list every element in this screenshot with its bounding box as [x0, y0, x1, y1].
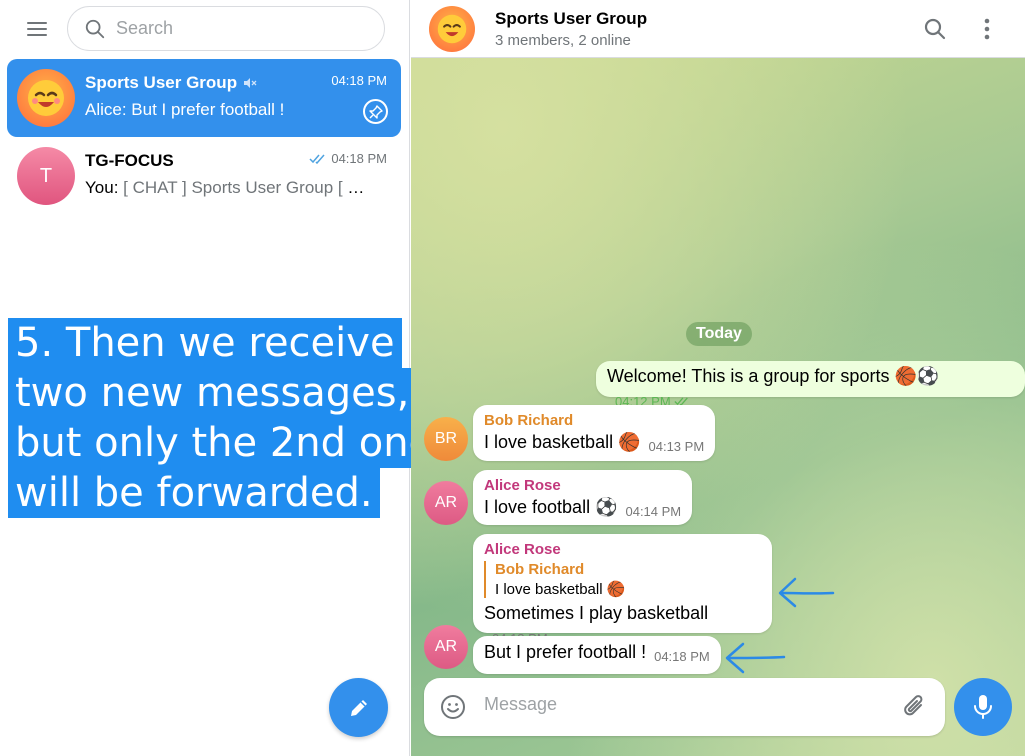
chat-time: 04:18 PM — [331, 73, 387, 88]
message-time: 04:13 PM — [648, 439, 705, 454]
message-composer[interactable] — [424, 678, 945, 736]
chat-item-sports-user-group[interactable]: Sports User Group 04:18 PM Alice: But I … — [7, 59, 401, 137]
message-text: But I prefer football ! — [484, 642, 647, 662]
arrow-annotation-icon — [725, 642, 786, 674]
date-divider: Today — [686, 322, 752, 346]
chat-header[interactable]: Sports User Group 3 members, 2 online — [411, 0, 1025, 58]
paperclip-icon[interactable] — [902, 694, 928, 720]
smiley-face-icon — [437, 14, 467, 44]
chat-item-tg-focus[interactable]: T TG-FOCUS 04:18 PM You: [ CHAT ] Sports… — [7, 137, 401, 215]
muted-icon — [244, 78, 257, 88]
chat-title-text: Sports User Group — [85, 73, 238, 92]
message-bubble-outgoing[interactable]: Welcome! This is a group for sports 🏀⚽04… — [596, 361, 1025, 409]
search-box[interactable] — [67, 6, 385, 51]
search-icon — [85, 19, 105, 38]
search-icon — [924, 18, 946, 40]
message-text: Sometimes I play basketball — [484, 603, 709, 623]
chat-time: 04:18 PM — [309, 151, 387, 166]
message-bubble-reply[interactable]: Alice Rose Bob Richard I love basketball… — [473, 534, 772, 646]
search-button[interactable] — [920, 14, 950, 44]
reply-quote[interactable]: Bob Richard I love basketball 🏀 — [484, 561, 761, 598]
sender-name[interactable]: Alice Rose — [484, 541, 761, 558]
tg-focus-avatar: T — [17, 147, 75, 205]
sender-name[interactable]: Bob Richard — [484, 412, 704, 429]
chat-title: Sports User Group — [85, 73, 257, 93]
header-status: 3 members, 2 online — [495, 32, 631, 49]
reply-text: I love basketball 🏀 — [495, 581, 626, 598]
caption-line: two new messages, — [8, 368, 417, 418]
message-text: I love football ⚽ — [484, 497, 618, 517]
message-text: Welcome! This is a group for sports 🏀⚽ — [607, 366, 940, 386]
double-check-icon — [309, 154, 325, 164]
caption-line: 5. Then we receive — [8, 318, 402, 368]
avatar[interactable]: BR — [424, 417, 468, 461]
pencil-icon — [350, 699, 367, 716]
microphone-icon — [974, 695, 992, 719]
avatar[interactable]: AR — [424, 625, 468, 669]
message-text: I love basketball 🏀 — [484, 432, 641, 452]
avatar[interactable]: AR — [424, 481, 468, 525]
menu-icon[interactable] — [20, 16, 54, 42]
message-time: 04:14 PM — [625, 504, 682, 519]
caption-line: will be forwarded. — [8, 468, 380, 518]
chat-preview: You: [ CHAT ] Sports User Group [ SE... — [85, 178, 375, 198]
search-input[interactable] — [116, 18, 356, 39]
more-vertical-icon — [984, 18, 990, 40]
tutorial-caption: 5. Then we receive two new messages, but… — [8, 318, 441, 518]
more-options-button[interactable] — [972, 14, 1002, 44]
pin-icon — [363, 99, 388, 124]
voice-record-button[interactable] — [954, 678, 1012, 736]
chat-time-text: 04:18 PM — [331, 151, 387, 166]
message-area: Today Welcome! This is a group for sport… — [411, 58, 1025, 756]
message-time: 04:18 PM — [654, 649, 710, 664]
sender-name[interactable]: Alice Rose — [484, 477, 681, 494]
group-avatar — [17, 69, 75, 127]
smiley-face-icon — [28, 80, 64, 116]
preview-prefix: You: — [85, 178, 124, 197]
arrow-annotation-icon — [778, 577, 835, 608]
chat-title: TG-FOCUS — [85, 151, 174, 170]
header-title: Sports User Group — [495, 9, 648, 28]
preview-text: [ CHAT ] Sports User Group [ SE... — [123, 178, 375, 197]
message-input[interactable] — [484, 694, 884, 715]
chat-panel: Sports User Group 3 members, 2 online To… — [411, 0, 1025, 756]
emoji-icon[interactable] — [440, 694, 466, 720]
header-avatar[interactable] — [429, 6, 475, 52]
message-bubble[interactable]: But I prefer football ! 04:18 PM — [473, 636, 721, 674]
caption-line: but only the 2nd one — [8, 418, 441, 468]
compose-button[interactable] — [329, 678, 388, 737]
message-bubble[interactable]: Bob Richard I love basketball 🏀 04:13 PM — [473, 405, 716, 461]
chat-preview: Alice: But I prefer football ! — [85, 100, 285, 119]
reply-sender: Bob Richard — [495, 561, 585, 578]
message-bubble[interactable]: Alice Rose I love football ⚽ 04:14 PM — [473, 470, 693, 525]
